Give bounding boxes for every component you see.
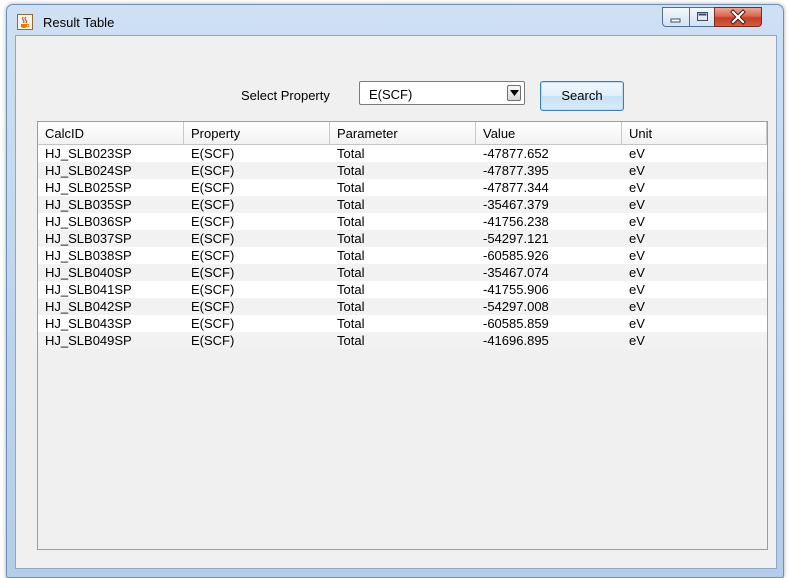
dropdown-arrow-button[interactable] <box>507 85 521 101</box>
cell-value: -47877.652 <box>483 146 549 161</box>
cell-calcid: HJ_SLB038SP <box>45 248 132 263</box>
cell-parameter: Total <box>337 163 365 178</box>
close-button[interactable] <box>714 7 762 27</box>
cell-property: E(SCF) <box>191 163 235 178</box>
cell-parameter: Total <box>337 197 365 212</box>
cell-value: -41756.238 <box>483 214 549 229</box>
property-select-value: E(SCF) <box>369 87 413 102</box>
cell-value: -41696.895 <box>483 333 549 348</box>
cell-value: -60585.859 <box>483 316 549 331</box>
minimize-button[interactable] <box>662 7 689 27</box>
title-bar[interactable]: Result Table <box>7 5 783 35</box>
java-cup-icon[interactable] <box>17 14 33 30</box>
cell-property: E(SCF) <box>191 299 235 314</box>
cell-value: -60585.926 <box>483 248 549 263</box>
cell-parameter: Total <box>337 333 365 348</box>
column-header-property[interactable]: Property <box>184 122 330 145</box>
chevron-down-icon <box>510 90 519 96</box>
cell-parameter: Total <box>337 299 365 314</box>
cell-value: -35467.074 <box>483 265 549 280</box>
table-body: HJ_SLB023SP E(SCF) Total -47877.652 eV H… <box>38 145 767 349</box>
cell-parameter: Total <box>337 180 365 195</box>
cell-unit: eV <box>629 231 645 246</box>
cell-unit: eV <box>629 197 645 212</box>
cell-calcid: HJ_SLB049SP <box>45 333 132 348</box>
cell-value: -47877.395 <box>483 163 549 178</box>
table-row[interactable]: HJ_SLB024SP E(SCF) Total -47877.395 eV <box>38 162 767 179</box>
table-row[interactable]: HJ_SLB037SP E(SCF) Total -54297.121 eV <box>38 230 767 247</box>
table-row[interactable]: HJ_SLB043SP E(SCF) Total -60585.859 eV <box>38 315 767 332</box>
table-row[interactable]: HJ_SLB049SP E(SCF) Total -41696.895 eV <box>38 332 767 349</box>
table-row[interactable]: HJ_SLB041SP E(SCF) Total -41755.906 eV <box>38 281 767 298</box>
cell-calcid: HJ_SLB024SP <box>45 163 132 178</box>
content-panel: Select Property E(SCF) Search CalcID Pro… <box>15 35 777 569</box>
cell-value: -41755.906 <box>483 282 549 297</box>
cell-property: E(SCF) <box>191 180 235 195</box>
cell-unit: eV <box>629 146 645 161</box>
cell-value: -54297.008 <box>483 299 549 314</box>
table-row[interactable]: HJ_SLB042SP E(SCF) Total -54297.008 eV <box>38 298 767 315</box>
results-table: CalcID Property Parameter Value Unit HJ_… <box>37 121 768 550</box>
cell-parameter: Total <box>337 214 365 229</box>
window-title: Result Table <box>43 15 115 30</box>
cell-calcid: HJ_SLB035SP <box>45 197 132 212</box>
cell-unit: eV <box>629 333 645 348</box>
cell-calcid: HJ_SLB041SP <box>45 282 132 297</box>
cell-calcid: HJ_SLB025SP <box>45 180 132 195</box>
cell-property: E(SCF) <box>191 282 235 297</box>
column-header-parameter[interactable]: Parameter <box>330 122 476 145</box>
table-row[interactable]: HJ_SLB023SP E(SCF) Total -47877.652 eV <box>38 145 767 162</box>
cell-calcid: HJ_SLB037SP <box>45 231 132 246</box>
cell-unit: eV <box>629 248 645 263</box>
cell-calcid: HJ_SLB042SP <box>45 299 132 314</box>
table-row[interactable]: HJ_SLB025SP E(SCF) Total -47877.344 eV <box>38 179 767 196</box>
cell-property: E(SCF) <box>191 265 235 280</box>
close-icon <box>730 9 746 25</box>
cell-calcid: HJ_SLB023SP <box>45 146 132 161</box>
cell-unit: eV <box>629 180 645 195</box>
cell-parameter: Total <box>337 146 365 161</box>
cell-parameter: Total <box>337 231 365 246</box>
cell-property: E(SCF) <box>191 197 235 212</box>
maximize-button[interactable] <box>689 7 715 27</box>
column-header-unit[interactable]: Unit <box>622 122 767 145</box>
table-row[interactable]: HJ_SLB035SP E(SCF) Total -35467.379 eV <box>38 196 767 213</box>
cell-property: E(SCF) <box>191 248 235 263</box>
cell-calcid: HJ_SLB040SP <box>45 265 132 280</box>
cell-calcid: HJ_SLB043SP <box>45 316 132 331</box>
cell-property: E(SCF) <box>191 333 235 348</box>
column-header-calcid[interactable]: CalcID <box>38 122 184 145</box>
cell-value: -47877.344 <box>483 180 549 195</box>
cell-parameter: Total <box>337 282 365 297</box>
cell-property: E(SCF) <box>191 231 235 246</box>
minimize-icon <box>670 18 681 23</box>
cell-unit: eV <box>629 265 645 280</box>
search-button[interactable]: Search <box>540 81 624 111</box>
cell-unit: eV <box>629 316 645 331</box>
cell-unit: eV <box>629 163 645 178</box>
column-header-value[interactable]: Value <box>476 122 622 145</box>
cell-property: E(SCF) <box>191 316 235 331</box>
cell-unit: eV <box>629 282 645 297</box>
select-property-label: Select Property <box>241 88 330 103</box>
cell-parameter: Total <box>337 248 365 263</box>
cell-property: E(SCF) <box>191 214 235 229</box>
cell-parameter: Total <box>337 265 365 280</box>
cell-unit: eV <box>629 214 645 229</box>
table-row[interactable]: HJ_SLB038SP E(SCF) Total -60585.926 eV <box>38 247 767 264</box>
cell-unit: eV <box>629 299 645 314</box>
cell-value: -54297.121 <box>483 231 549 246</box>
cell-property: E(SCF) <box>191 146 235 161</box>
cell-value: -35467.379 <box>483 197 549 212</box>
result-table-window: Result Table Select Property E(SCF) Sear… <box>6 4 784 578</box>
property-select[interactable]: E(SCF) <box>359 81 525 105</box>
table-row[interactable]: HJ_SLB036SP E(SCF) Total -41756.238 eV <box>38 213 767 230</box>
table-header: CalcID Property Parameter Value Unit <box>38 122 767 145</box>
cell-parameter: Total <box>337 316 365 331</box>
maximize-icon <box>697 12 708 21</box>
table-row[interactable]: HJ_SLB040SP E(SCF) Total -35467.074 eV <box>38 264 767 281</box>
cell-calcid: HJ_SLB036SP <box>45 214 132 229</box>
